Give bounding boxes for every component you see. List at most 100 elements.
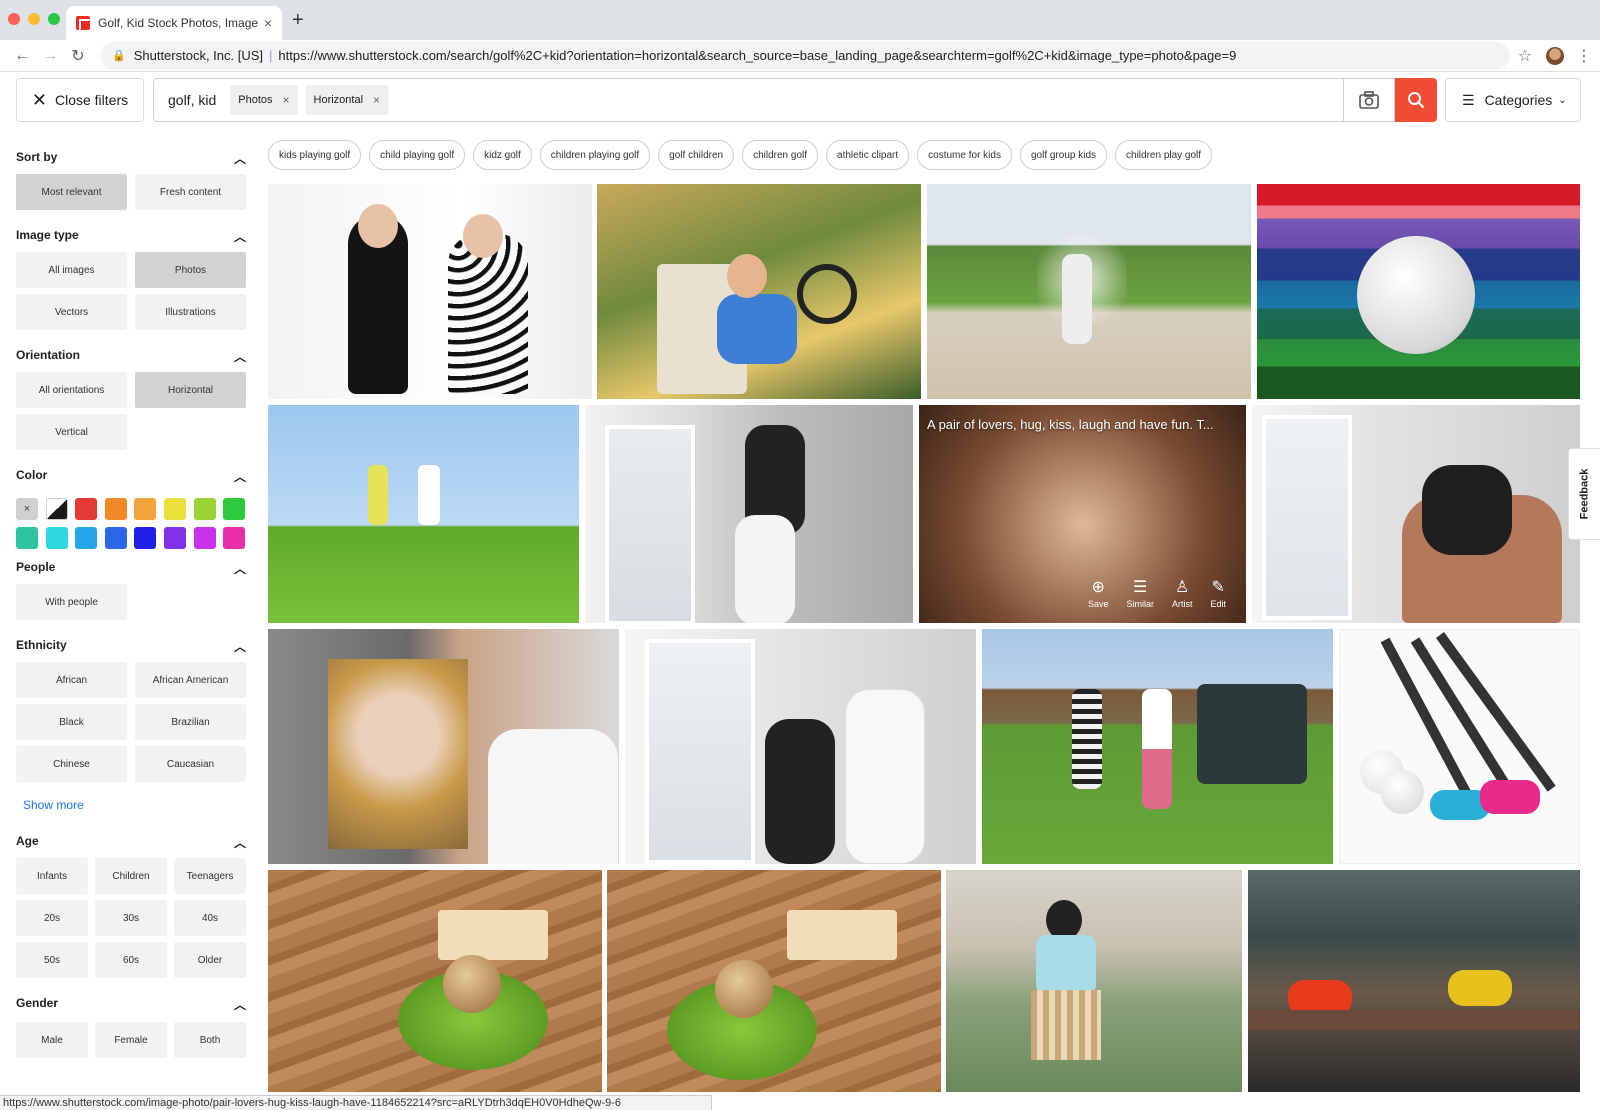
feedback-tab[interactable]: Feedback: [1568, 448, 1600, 540]
age-older[interactable]: Older: [174, 942, 246, 978]
related-search-pill[interactable]: athletic clipart: [826, 140, 910, 170]
photo-family-golf-course[interactable]: [982, 629, 1333, 864]
color-swatch[interactable]: [16, 527, 38, 549]
related-search-pill[interactable]: costume for kids: [917, 140, 1012, 170]
search-input[interactable]: golf, kid Photos × Horizontal ×: [153, 78, 1344, 122]
photo-couple-closeup[interactable]: [268, 629, 619, 864]
edit-button[interactable]: ✎ Edit: [1210, 577, 1226, 609]
section-header[interactable]: Color ︿: [16, 468, 246, 485]
section-header[interactable]: Sort by ︿: [16, 150, 246, 167]
related-search-pill[interactable]: child playing golf: [369, 140, 466, 170]
section-header[interactable]: Orientation ︿: [16, 348, 246, 365]
photo-golf-ball-pencils[interactable]: [1257, 184, 1580, 399]
new-tab-button[interactable]: +: [292, 9, 304, 32]
maximize-window-button[interactable]: [48, 13, 60, 25]
photo-miniature-scooters[interactable]: [1248, 870, 1580, 1092]
gender-both[interactable]: Both: [174, 1022, 246, 1058]
image-type-photos[interactable]: Photos: [135, 252, 246, 288]
photo-couple-hug-hovered[interactable]: A pair of lovers, hug, kiss, laugh and h…: [919, 405, 1246, 623]
color-swatch-clear[interactable]: ×: [16, 498, 38, 520]
section-header[interactable]: Image type ︿: [16, 228, 246, 245]
similar-button[interactable]: ☰ Similar: [1126, 577, 1154, 609]
related-search-pill[interactable]: children golf: [742, 140, 819, 170]
age-children[interactable]: Children: [95, 858, 167, 894]
orientation-vertical[interactable]: Vertical: [16, 414, 127, 450]
ethnicity-black[interactable]: Black: [16, 704, 127, 740]
ethnicity-caucasian[interactable]: Caucasian: [135, 746, 246, 782]
color-swatch[interactable]: [75, 498, 98, 520]
browser-tab[interactable]: Golf, Kid Stock Photos, Images ×: [66, 6, 282, 40]
url-field[interactable]: 🔒 Shutterstock, Inc. [US] | https://www.…: [100, 41, 1510, 70]
color-swatch[interactable]: [75, 527, 98, 549]
age-60s[interactable]: 60s: [95, 942, 167, 978]
section-header[interactable]: Age ︿: [16, 834, 246, 851]
color-swatch[interactable]: [223, 498, 246, 520]
age-infants[interactable]: Infants: [16, 858, 88, 894]
reverse-image-search-button[interactable]: [1344, 78, 1395, 122]
color-swatch[interactable]: [193, 527, 216, 549]
sort-fresh-content[interactable]: Fresh content: [135, 174, 246, 210]
orientation-horizontal[interactable]: Horizontal: [135, 372, 246, 408]
related-search-pill[interactable]: golf group kids: [1019, 140, 1108, 170]
categories-dropdown[interactable]: ☰ Categories ⌄: [1445, 78, 1581, 122]
photo-girl-golf-club[interactable]: [946, 870, 1242, 1092]
photo-child-bunker-shot[interactable]: [927, 184, 1251, 399]
save-button[interactable]: ⊕ Save: [1088, 577, 1109, 609]
color-swatch[interactable]: [134, 527, 157, 549]
sort-most-relevant[interactable]: Most relevant: [16, 174, 127, 210]
remove-chip-icon[interactable]: ×: [373, 93, 380, 107]
related-search-pill[interactable]: kidz golf: [473, 140, 532, 170]
ethnicity-african[interactable]: African: [16, 662, 127, 698]
profile-avatar[interactable]: [1546, 46, 1564, 65]
color-swatch[interactable]: [193, 498, 216, 520]
photo-two-girls[interactable]: [268, 184, 592, 399]
image-type-illustrations[interactable]: Illustrations: [135, 294, 246, 330]
photo-wooden-mini-golf-1[interactable]: [268, 870, 602, 1092]
age-30s[interactable]: 30s: [95, 900, 167, 936]
close-filters-button[interactable]: ✕ Close filters: [16, 78, 144, 122]
age-20s[interactable]: 20s: [16, 900, 88, 936]
color-swatch[interactable]: [164, 498, 186, 520]
ethnicity-brazilian[interactable]: Brazilian: [135, 704, 246, 740]
color-swatch[interactable]: [164, 527, 186, 549]
photo-boy-golf-cart[interactable]: [597, 184, 921, 399]
photo-kids-jumping-hill[interactable]: [268, 405, 579, 623]
show-more-link[interactable]: Show more: [23, 798, 84, 812]
people-with-people[interactable]: With people: [16, 584, 127, 620]
ethnicity-african-american[interactable]: African American: [135, 662, 246, 698]
related-search-pill[interactable]: children playing golf: [539, 140, 651, 170]
tab-close-icon[interactable]: ×: [264, 15, 272, 31]
related-search-pill[interactable]: golf children: [658, 140, 735, 170]
gender-male[interactable]: Male: [16, 1022, 88, 1058]
gender-female[interactable]: Female: [95, 1022, 167, 1058]
artist-button[interactable]: ♙ Artist: [1172, 577, 1193, 609]
back-icon[interactable]: ←: [8, 47, 36, 65]
photo-toy-golf-clubs[interactable]: [1339, 629, 1580, 864]
section-header[interactable]: Gender ︿: [16, 996, 246, 1013]
image-type-vectors[interactable]: Vectors: [16, 294, 127, 330]
photo-couple-armchair[interactable]: [1252, 405, 1580, 623]
color-swatch[interactable]: [45, 527, 68, 549]
age-50s[interactable]: 50s: [16, 942, 88, 978]
related-search-pill[interactable]: children play golf: [1115, 140, 1213, 170]
orientation-all[interactable]: All orientations: [16, 372, 127, 408]
photo-wooden-mini-golf-2[interactable]: [607, 870, 941, 1092]
photo-couple-window-1[interactable]: [585, 405, 913, 623]
ethnicity-chinese[interactable]: Chinese: [16, 746, 127, 782]
bookmark-star-icon[interactable]: ☆: [1518, 46, 1532, 66]
image-type-all[interactable]: All images: [16, 252, 127, 288]
section-header[interactable]: Ethnicity ︿: [16, 638, 246, 655]
browser-menu-icon[interactable]: ⋮: [1576, 46, 1592, 66]
color-swatch[interactable]: [104, 527, 127, 549]
section-header[interactable]: People ︿: [16, 560, 246, 577]
age-40s[interactable]: 40s: [174, 900, 246, 936]
age-teenagers[interactable]: Teenagers: [174, 858, 246, 894]
forward-icon[interactable]: →: [36, 47, 64, 65]
minimize-window-button[interactable]: [28, 13, 40, 25]
reload-icon[interactable]: ↻: [64, 46, 92, 66]
photo-couple-dancing[interactable]: [625, 629, 976, 864]
color-swatch[interactable]: [104, 498, 127, 520]
search-button[interactable]: [1395, 78, 1437, 122]
close-window-button[interactable]: [8, 13, 20, 25]
related-search-pill[interactable]: kids playing golf: [268, 140, 362, 170]
